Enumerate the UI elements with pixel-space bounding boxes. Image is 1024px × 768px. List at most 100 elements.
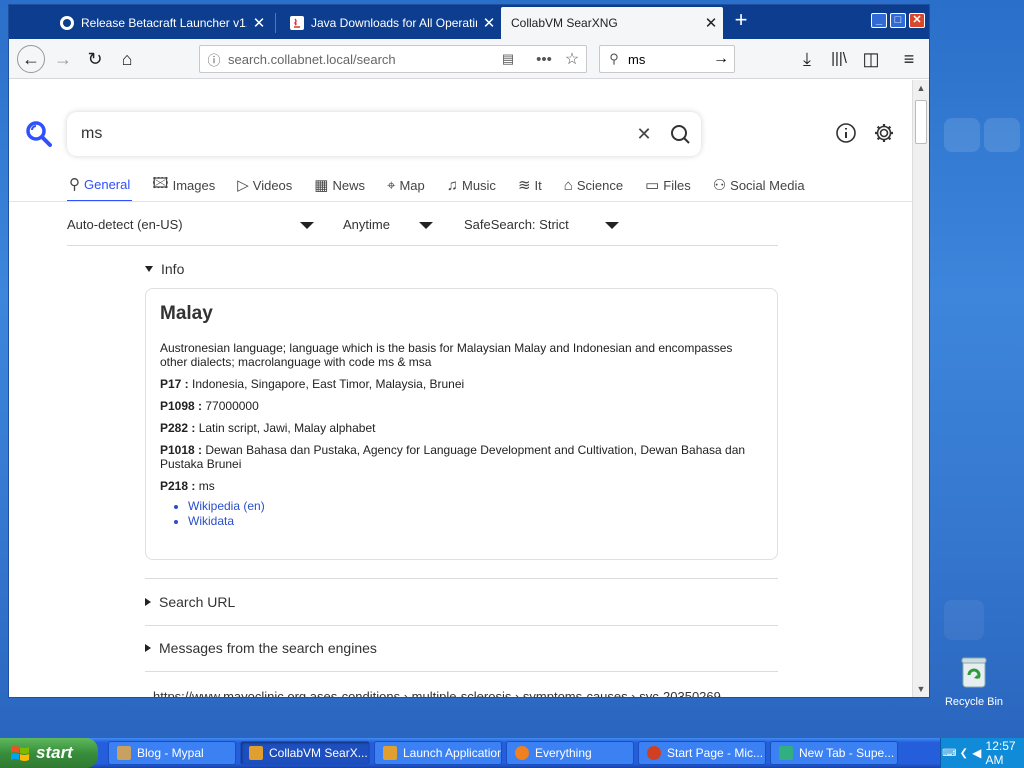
taskbar-button-launch[interactable]: Launch Application xyxy=(374,741,502,765)
browser-window: Release Betacraft Launcher v1.09 ✕ Java … xyxy=(8,4,930,698)
query-box[interactable]: ms ✕ xyxy=(67,112,701,156)
tab-social-media[interactable]: ⚇ Social Media xyxy=(711,174,807,202)
tab-files[interactable]: ▭ Files xyxy=(643,174,693,202)
info-icon[interactable] xyxy=(835,122,857,144)
tab-general[interactable]: ⚲ General xyxy=(67,174,133,202)
tab-searxng[interactable]: CollabVM SearXNG ✕ xyxy=(501,7,723,39)
browser-icon xyxy=(647,746,661,760)
taskbar-button-searxng[interactable]: CollabVM SearX... xyxy=(240,741,370,765)
volume-icon[interactable]: ◀ xyxy=(970,746,984,760)
recycle-bin[interactable]: Recycle Bin xyxy=(942,655,1006,708)
tab-news[interactable]: ▦ News xyxy=(312,174,367,202)
category-label: Images xyxy=(172,177,216,193)
taskbar-button-label: CollabVM SearX... xyxy=(269,746,368,760)
tab-it[interactable]: ≋ It xyxy=(516,174,544,202)
library-icon[interactable]: |||\ xyxy=(827,47,851,71)
tab-videos[interactable]: ▷ Videos xyxy=(235,174,294,202)
divider xyxy=(9,201,912,202)
page-actions-icon[interactable]: ••• xyxy=(530,51,558,68)
back-button[interactable]: ← xyxy=(17,45,45,73)
menu-icon[interactable]: ≡ xyxy=(897,47,921,71)
start-button[interactable]: start xyxy=(0,738,98,768)
github-icon xyxy=(60,16,74,30)
close-icon[interactable]: ✕ xyxy=(247,14,271,32)
taskbar-button-label: New Tab - Supe... xyxy=(799,746,895,760)
tab-science[interactable]: ⌂ Science xyxy=(562,174,625,202)
scroll-up-icon[interactable]: ▲ xyxy=(913,80,929,96)
sidebar-icon[interactable]: ◫ xyxy=(859,47,883,71)
clear-query-icon[interactable]: ✕ xyxy=(627,124,661,145)
safesearch-select[interactable]: SafeSearch: Strict xyxy=(464,217,569,232)
clock: 12:57 AM xyxy=(985,739,1016,767)
new-tab-button[interactable]: + xyxy=(729,9,753,33)
nav-bar: ← → ↻ ⌂ ⓘ search.collabnet.local/search … xyxy=(9,39,929,79)
wallpaper-tile xyxy=(944,118,980,152)
attribute-key: P1098 : xyxy=(160,399,203,413)
go-arrow-icon[interactable]: → xyxy=(708,50,734,68)
category-label: Science xyxy=(576,177,624,193)
result-url[interactable]: https://www.mayoclinic.org ases-conditio… xyxy=(153,689,721,697)
language-select[interactable]: Auto-detect (en-US) xyxy=(67,217,183,232)
tab-music[interactable]: ♫ Music xyxy=(445,174,498,202)
tab-map[interactable]: ⌖ Map xyxy=(385,174,427,202)
search-url-summary[interactable]: Search URL xyxy=(145,594,235,610)
query-input[interactable]: ms xyxy=(67,125,627,143)
close-icon[interactable]: ✕ xyxy=(699,14,723,32)
infobox-description: Austronesian language; language which is… xyxy=(160,341,733,369)
reload-button[interactable]: ↻ xyxy=(83,47,107,71)
taskbar-button-blog[interactable]: Blog - Mypal xyxy=(108,741,236,765)
close-icon[interactable]: ✕ xyxy=(477,14,501,32)
link-wikidata[interactable]: Wikidata xyxy=(188,514,763,529)
chevron-down-icon[interactable] xyxy=(300,222,314,229)
search-bar[interactable]: ⚲ ms → xyxy=(599,45,735,73)
everything-search-icon xyxy=(515,746,529,760)
newspaper-icon: ▦ xyxy=(314,177,329,194)
scroll-down-icon[interactable]: ▼ xyxy=(913,681,929,697)
time-range-select[interactable]: Anytime xyxy=(343,217,390,232)
info-summary[interactable]: Info xyxy=(145,261,184,277)
engine-messages-summary[interactable]: Messages from the search engines xyxy=(145,640,377,656)
link-wikipedia[interactable]: Wikipedia (en) xyxy=(188,499,763,514)
start-label: start xyxy=(36,743,73,762)
downloads-icon[interactable]: ⤓ xyxy=(795,47,819,71)
window-close-button[interactable]: ✕ xyxy=(909,13,925,28)
maximize-button[interactable]: □ xyxy=(890,13,906,28)
taskbar-button-label: Blog - Mypal xyxy=(137,746,204,760)
attribute-value: Indonesia, Singapore, East Timor, Malays… xyxy=(192,377,465,391)
taskbar-button-new-tab[interactable]: New Tab - Supe... xyxy=(770,741,898,765)
url-host: search.collabnet.local xyxy=(228,51,354,67)
search-submit-icon[interactable] xyxy=(661,123,701,145)
bookmark-star-icon[interactable]: ☆ xyxy=(558,49,586,69)
info-icon[interactable]: ⓘ xyxy=(200,50,228,69)
chevron-left-icon[interactable]: ❮ xyxy=(958,748,970,759)
keyboard-icon[interactable]: ⌨ xyxy=(941,748,958,759)
chevron-down-icon[interactable] xyxy=(605,222,619,229)
chevron-down-icon[interactable] xyxy=(419,222,433,229)
infobox-attribute: P1098 : 77000000 xyxy=(160,399,763,413)
taskbar-button-label: Start Page - Mic... xyxy=(667,746,764,760)
forward-button[interactable]: → xyxy=(51,47,75,71)
infobox-attribute: P282 : Latin script, Jawi, Malay alphabe… xyxy=(160,421,763,435)
minimize-button[interactable]: _ xyxy=(871,13,887,28)
scrollbar[interactable]: ▲ ▼ xyxy=(912,80,929,697)
taskbar-button-everything[interactable]: Everything xyxy=(506,741,634,765)
time-range-value: Anytime xyxy=(343,217,390,232)
home-button[interactable]: ⌂ xyxy=(115,47,139,71)
firefox-icon xyxy=(249,746,263,760)
search-url-label: Search URL xyxy=(159,594,236,610)
url-bar[interactable]: ⓘ search.collabnet.local/search ▤ ••• ☆ xyxy=(199,45,587,73)
reader-view-icon[interactable]: ▤ xyxy=(494,51,522,67)
infobox-attribute: P17 : Indonesia, Singapore, East Timor, … xyxy=(160,377,763,391)
scrollbar-thumb[interactable] xyxy=(915,100,927,144)
tab-images[interactable]: 🖾 Images xyxy=(150,174,217,202)
searxng-logo-icon[interactable] xyxy=(25,120,53,148)
tab-betacraft[interactable]: Release Betacraft Launcher v1.09 ✕ xyxy=(49,7,271,39)
taskbar-button-start-page[interactable]: Start Page - Mic... xyxy=(638,741,766,765)
taskbar-button-label: Launch Application xyxy=(403,746,502,760)
infobox-attribute: P218 : ms xyxy=(160,479,763,493)
tab-java[interactable]: Java Downloads for All Operating S ✕ xyxy=(279,7,501,39)
settings-gear-icon[interactable] xyxy=(873,122,895,144)
browser-icon xyxy=(779,746,793,760)
tab-label: Java Downloads for All Operating S xyxy=(311,16,477,30)
taskbar-button-label: Everything xyxy=(535,746,592,760)
